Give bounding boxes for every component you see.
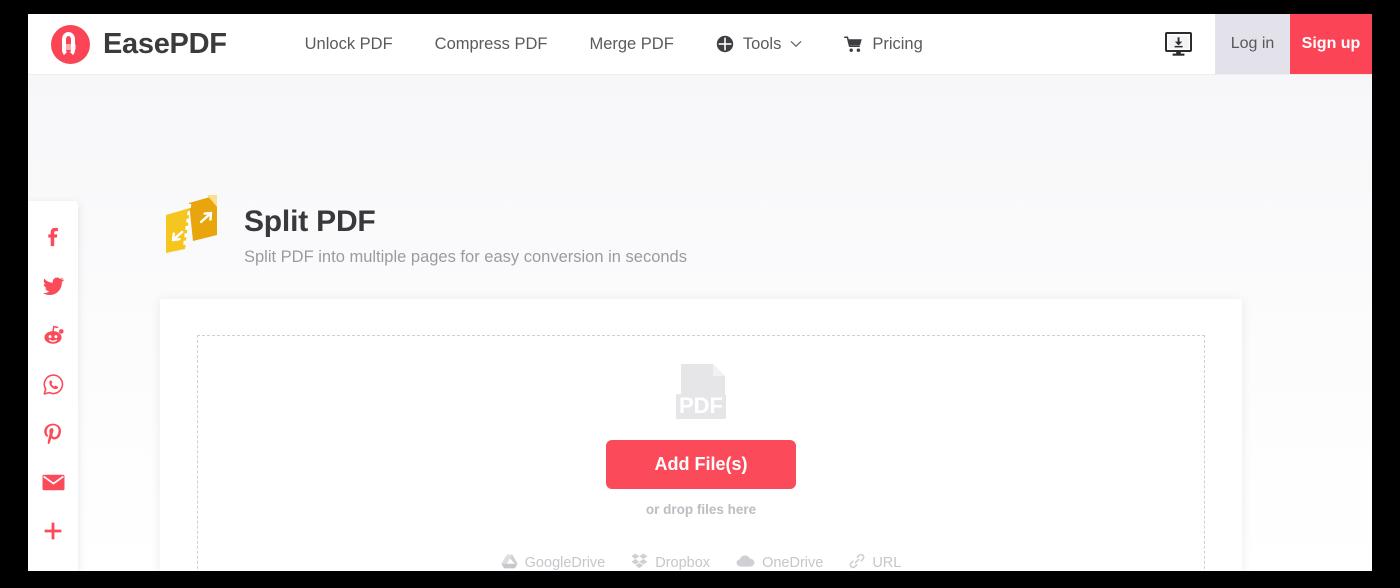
pdf-file-icon: PDF [668, 364, 734, 426]
nav-item-merge-pdf[interactable]: Merge PDF [568, 14, 694, 75]
nav-item-unlock-pdf[interactable]: Unlock PDF [284, 14, 414, 75]
source-dropbox[interactable]: Dropbox [631, 553, 710, 571]
svg-text:PDF: PDF [679, 393, 723, 418]
desktop-download-icon[interactable] [1141, 14, 1215, 74]
hero-section: Split PDF Split PDF into multiple pages … [163, 191, 687, 267]
split-pdf-icon [163, 191, 225, 261]
page-subtitle: Split PDF into multiple pages for easy c… [244, 248, 687, 266]
nav-label: Pricing [872, 34, 923, 53]
email-icon [42, 474, 65, 496]
nav-label: Unlock PDF [304, 34, 393, 53]
nav-item-compress-pdf[interactable]: Compress PDF [414, 14, 569, 75]
nav-item-pricing[interactable]: Pricing [823, 14, 943, 75]
onedrive-icon [736, 555, 755, 572]
dropbox-icon [631, 553, 648, 571]
share-email-button[interactable] [28, 460, 78, 509]
main-nav: Unlock PDF Compress PDF Merge PDF Tools [284, 14, 944, 74]
source-url[interactable]: URL [849, 553, 901, 571]
share-facebook-button[interactable] [28, 215, 78, 264]
drop-files-hint: or drop files here [645, 502, 757, 517]
chevron-down-icon [790, 40, 802, 48]
grid-circle-icon [716, 35, 734, 53]
source-label: GoogleDrive [524, 555, 606, 571]
shopping-cart-icon [844, 35, 863, 53]
nav-item-tools[interactable]: Tools [695, 14, 824, 75]
brand-logo-link[interactable]: EasePDF [28, 14, 227, 74]
site-header: EasePDF Unlock PDF Compress PDF Merge PD… [28, 14, 1372, 75]
login-button[interactable]: Log in [1215, 14, 1290, 74]
page-title: Split PDF [244, 205, 376, 238]
nav-label: Compress PDF [434, 34, 548, 53]
whatsapp-icon [43, 373, 64, 400]
signup-label: Sign up [1301, 35, 1361, 52]
login-label: Log in [1230, 35, 1275, 52]
source-label: URL [872, 555, 902, 571]
share-whatsapp-button[interactable] [28, 362, 78, 411]
share-twitter-button[interactable] [28, 264, 78, 313]
upload-card: PDF Add File(s) or drop files here Googl… [160, 299, 1242, 571]
share-more-button[interactable] [28, 509, 78, 558]
header-actions: Log in Sign up [1141, 14, 1372, 74]
google-drive-icon [501, 554, 518, 572]
browser-viewport: EasePDF Unlock PDF Compress PDF Merge PD… [28, 14, 1372, 571]
brand-name: EasePDF [103, 27, 227, 60]
plus-icon [43, 521, 63, 546]
link-paperclip-icon [849, 553, 865, 571]
social-share-rail [28, 201, 78, 571]
pinterest-icon [43, 423, 63, 449]
add-files-button[interactable]: Add File(s) [606, 440, 796, 489]
easepdf-logo-icon [51, 24, 90, 64]
facebook-icon [43, 227, 63, 252]
nav-label: Tools [742, 34, 782, 53]
signup-button[interactable]: Sign up [1290, 14, 1372, 74]
share-pinterest-button[interactable] [28, 411, 78, 460]
source-label: Dropbox [655, 555, 711, 571]
share-reddit-button[interactable] [28, 313, 78, 362]
twitter-icon [42, 276, 64, 301]
nav-label: Merge PDF [589, 34, 674, 53]
page-body: Split PDF Split PDF into multiple pages … [28, 75, 1372, 571]
file-dropzone[interactable]: PDF Add File(s) or drop files here Googl… [197, 335, 1205, 571]
source-onedrive[interactable]: OneDrive [736, 555, 824, 572]
source-google-drive[interactable]: GoogleDrive [501, 554, 606, 572]
source-label: OneDrive [762, 555, 824, 571]
reddit-icon [42, 325, 64, 350]
cloud-source-list: GoogleDrive Dropbox OneDrive URL [501, 553, 901, 572]
